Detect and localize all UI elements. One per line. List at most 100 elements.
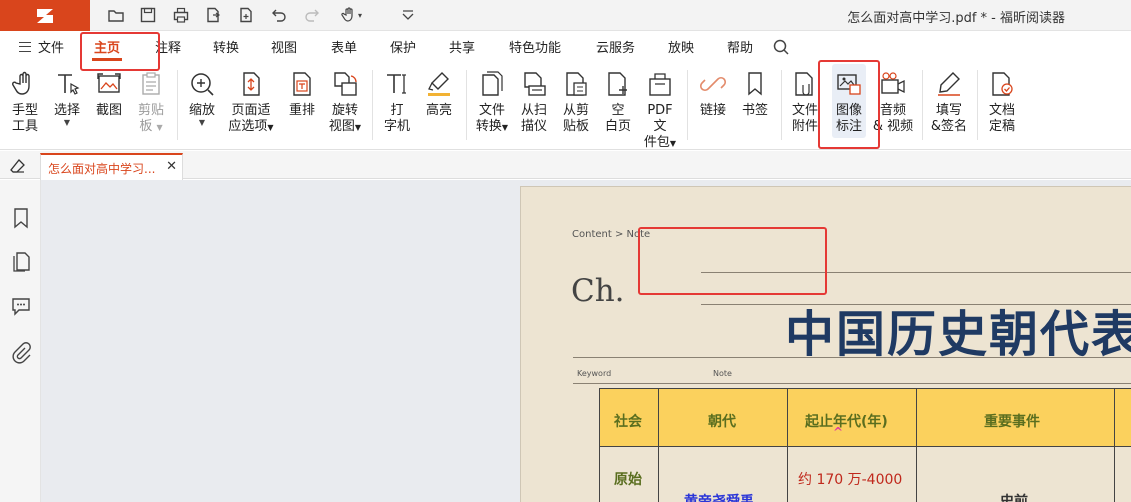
pdf-page[interactable]: Content > Note Ch. 中国历史朝代表 Keyword Note …: [520, 186, 1131, 502]
keyword-label: Keyword: [577, 369, 612, 378]
export-icon[interactable]: [201, 4, 225, 26]
document-tab-bar: 怎么面对高中学习... ✕: [0, 151, 1131, 180]
title-bar: ▾ 怎么面对高中学习.pdf * - 福昕阅读器: [0, 0, 1131, 31]
highlight-button[interactable]: 高亮: [424, 70, 454, 119]
tab-protect[interactable]: 保护: [390, 37, 416, 56]
typewriter-button[interactable]: 打 字机: [382, 70, 412, 135]
close-tab-icon[interactable]: ✕: [166, 159, 177, 174]
tab-features[interactable]: 特色功能: [509, 37, 561, 56]
fill-sign-button[interactable]: 填写 &签名: [929, 70, 969, 135]
redo-icon[interactable]: [300, 4, 324, 26]
tab-share[interactable]: 共享: [449, 37, 475, 56]
left-sidebar: [0, 180, 41, 502]
rotate-icon: [334, 72, 357, 96]
blank-page-button[interactable]: 空 白页: [603, 70, 633, 135]
link-button[interactable]: 链接: [698, 70, 728, 119]
tab-view[interactable]: 视图: [271, 37, 297, 56]
from-scanner-button[interactable]: 从扫 描仪: [519, 70, 549, 135]
cell-dynasty: 黄帝尧舜禹: [684, 494, 754, 502]
pages-panel-icon[interactable]: [10, 251, 32, 273]
rotate-view-button[interactable]: 旋转 视图▼: [326, 70, 364, 136]
tab-convert[interactable]: 转换: [213, 37, 239, 56]
customize-icon[interactable]: [396, 4, 420, 26]
screenshot-icon: [97, 73, 121, 93]
window-title: 怎么面对高中学习.pdf * - 福昕阅读器: [847, 11, 1065, 26]
header-period: 起止年代(年): [805, 414, 888, 430]
file-attachment-button[interactable]: 文件 附件: [790, 70, 820, 135]
finalize-document-button[interactable]: 文档 定稿: [985, 70, 1019, 135]
eraser-icon[interactable]: [9, 157, 27, 175]
bookmark-icon: [748, 72, 762, 96]
audio-video-button[interactable]: 音频 & 视频: [872, 70, 914, 135]
cell-event: 史前: [1000, 494, 1028, 502]
tab-comment[interactable]: 注释: [155, 37, 181, 56]
ribbon-toolbar: 手型 工具 选择 ▼ 截图 剪贴 板 ▼ 缩放 ▼ 页面适 应选项▼ 重排 旋转…: [0, 62, 1131, 150]
document-tab-label: 怎么面对高中学习...: [48, 162, 156, 176]
document-tab[interactable]: 怎么面对高中学习... ✕: [40, 153, 183, 180]
rule-line: [573, 357, 1131, 358]
undo-icon[interactable]: [267, 4, 291, 26]
page-fit-icon: [243, 72, 260, 96]
select-button[interactable]: 选择 ▼: [52, 70, 82, 127]
tab-present[interactable]: 放映: [668, 37, 694, 56]
new-icon[interactable]: [234, 4, 258, 26]
menu-icon[interactable]: [19, 42, 31, 52]
ribbon-separator: [372, 70, 373, 140]
scanner-icon: [524, 72, 546, 96]
clipboard-icon: [142, 72, 160, 95]
cell-period: 约 170 万-4000: [798, 472, 903, 488]
bookmarks-panel-icon[interactable]: [10, 207, 32, 229]
table-divider: [916, 389, 917, 502]
pen-sign-icon: [938, 72, 960, 96]
table-divider: [1114, 389, 1115, 502]
hand-icon[interactable]: ▾: [336, 4, 366, 26]
file-menu[interactable]: 文件: [38, 37, 64, 56]
ribbon-separator: [466, 70, 467, 140]
image-annotation-button[interactable]: 图像 标注: [832, 64, 866, 138]
zoom-button[interactable]: 缩放 ▼: [187, 70, 217, 127]
save-icon[interactable]: [136, 4, 160, 26]
pdf-package-button[interactable]: PDF文 件包▼: [641, 70, 679, 152]
active-tab-indicator: [92, 58, 122, 61]
ribbon-separator: [781, 70, 782, 140]
pdf-package-icon: [649, 73, 671, 96]
finalize-icon: [992, 72, 1013, 96]
comments-panel-icon[interactable]: [10, 295, 32, 317]
file-convert-icon: [482, 71, 503, 96]
app-logo[interactable]: [0, 0, 90, 31]
note-label: Note: [713, 369, 732, 378]
tab-form[interactable]: 表单: [331, 37, 357, 56]
text-cursor-mark: ^: [833, 425, 844, 439]
print-icon[interactable]: [169, 4, 193, 26]
document-title: 中国历史朝代表: [785, 305, 1131, 363]
foxit-logo-icon: [37, 8, 53, 23]
reflow-button[interactable]: 重排: [287, 70, 317, 119]
from-clipboard-button[interactable]: 从剪 贴板: [561, 70, 591, 135]
screenshot-button[interactable]: 截图: [94, 70, 124, 119]
clipboard-button[interactable]: 剪贴 板 ▼: [136, 70, 166, 135]
open-icon[interactable]: [104, 4, 128, 26]
ribbon-separator: [177, 70, 178, 140]
reflow-icon: [293, 72, 311, 96]
blank-page-icon: [608, 72, 627, 96]
search-icon[interactable]: [772, 38, 790, 56]
hand-tool-button[interactable]: 手型 工具: [8, 70, 42, 135]
tab-home[interactable]: 主页: [94, 37, 120, 56]
highlighter-icon: [428, 72, 450, 96]
cell-society: 原始: [614, 472, 642, 488]
attachments-panel-icon[interactable]: [10, 342, 32, 364]
dynasty-table: 社会 朝代 起止年代(年) 重要事件 ^ 原始 黄帝尧舜禹 约 170 万-40…: [599, 388, 1131, 502]
header-dynasty: 朝代: [708, 414, 736, 430]
tab-help[interactable]: 帮助: [727, 37, 753, 56]
tab-cloud[interactable]: 云服务: [596, 37, 635, 56]
page-fit-button[interactable]: 页面适 应选项▼: [226, 70, 276, 136]
link-icon: [699, 76, 727, 92]
file-convert-button[interactable]: 文件 转换▼: [472, 70, 512, 136]
rule-line: [701, 272, 1131, 273]
page-breadcrumb: Content > Note: [572, 229, 651, 240]
table-divider: [787, 389, 788, 502]
typewriter-icon: [387, 74, 406, 94]
bookmark-button[interactable]: 书签: [740, 70, 770, 119]
clipboard-page-icon: [566, 72, 587, 96]
zoom-icon: [191, 73, 214, 96]
